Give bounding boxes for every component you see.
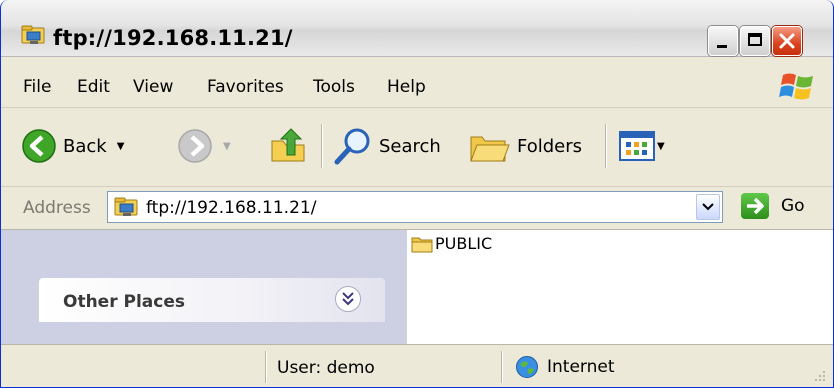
other-places-header[interactable]: Other Places — [39, 278, 385, 322]
address-label: Address — [23, 198, 91, 218]
address-value[interactable]: ftp://192.168.11.21/ — [146, 198, 316, 218]
search-button[interactable]: Search — [333, 124, 441, 168]
close-button[interactable] — [772, 26, 802, 56]
internet-globe-icon — [516, 356, 538, 378]
double-chevron-down-icon — [342, 292, 354, 306]
ftp-folder-icon — [114, 196, 140, 223]
folders-icon — [470, 136, 510, 162]
resize-grip-icon[interactable] — [811, 367, 827, 387]
menu-favorites[interactable]: Favorites — [207, 77, 284, 97]
views-dropdown-icon[interactable]: ▼ — [657, 141, 665, 152]
content-area: Other Places PUBLIC — [1, 230, 833, 344]
folders-button[interactable]: Folders — [469, 124, 582, 168]
folder-name: PUBLIC — [435, 234, 493, 253]
address-field[interactable]: ftp://192.168.11.21/ — [107, 191, 723, 223]
menu-help[interactable]: Help — [387, 77, 426, 97]
up-folder-button[interactable] — [269, 124, 309, 168]
list-item[interactable]: PUBLIC — [411, 234, 492, 253]
back-arrow-icon — [22, 129, 56, 163]
expand-toggle-button[interactable] — [335, 286, 361, 312]
menu-bar: File Edit View Favorites Tools Help — [1, 57, 833, 108]
menu-edit[interactable]: Edit — [77, 77, 110, 97]
go-arrow-icon — [741, 193, 769, 219]
ftp-folder-icon — [21, 24, 47, 46]
minimize-button[interactable] — [708, 26, 738, 56]
status-bar: User: demo Internet — [1, 344, 833, 387]
views-button[interactable]: ▼ — [619, 124, 665, 168]
address-bar: Address ftp://192.168.11.21/ Go — [1, 187, 833, 230]
chevron-down-icon — [702, 203, 714, 211]
forward-button[interactable]: ▼ — [177, 124, 231, 168]
search-icon — [334, 128, 370, 165]
forward-arrow-icon — [178, 129, 212, 163]
folders-label: Folders — [517, 135, 583, 157]
file-list[interactable]: PUBLIC — [407, 230, 833, 344]
security-zone: Internet — [515, 355, 615, 379]
search-label: Search — [379, 135, 441, 157]
forward-dropdown-icon[interactable]: ▼ — [223, 141, 231, 152]
folder-icon — [411, 237, 433, 252]
toolbar-separator — [321, 124, 323, 168]
up-folder-icon — [271, 128, 305, 162]
windows-logo-icon — [779, 69, 817, 103]
menu-view[interactable]: View — [133, 77, 173, 97]
back-dropdown-icon[interactable]: ▼ — [117, 141, 125, 152]
other-places-title: Other Places — [63, 292, 185, 312]
back-label: Back — [63, 135, 107, 157]
maximize-button[interactable] — [740, 26, 770, 56]
toolbar: Back ▼ ▼ Search Folders ▼ — [1, 108, 833, 187]
status-user: User: demo — [277, 358, 375, 378]
address-dropdown-button[interactable] — [696, 194, 720, 220]
menu-tools[interactable]: Tools — [313, 77, 355, 97]
go-button[interactable]: Go — [741, 193, 805, 219]
back-button[interactable]: Back ▼ — [21, 124, 124, 168]
close-icon — [779, 33, 795, 49]
window-title: ftp://192.168.11.21/ — [53, 26, 293, 50]
task-pane: Other Places — [1, 230, 407, 344]
views-icon — [619, 131, 655, 161]
title-bar[interactable]: ftp://192.168.11.21/ — [1, 0, 833, 57]
toolbar-separator — [605, 124, 607, 168]
menu-file[interactable]: File — [23, 77, 51, 97]
status-separator — [265, 351, 267, 383]
status-separator — [501, 351, 503, 383]
explorer-window: ftp://192.168.11.21/ File Edit View Favo… — [0, 0, 834, 388]
go-label: Go — [781, 196, 805, 216]
status-zone-label: Internet — [547, 357, 615, 377]
